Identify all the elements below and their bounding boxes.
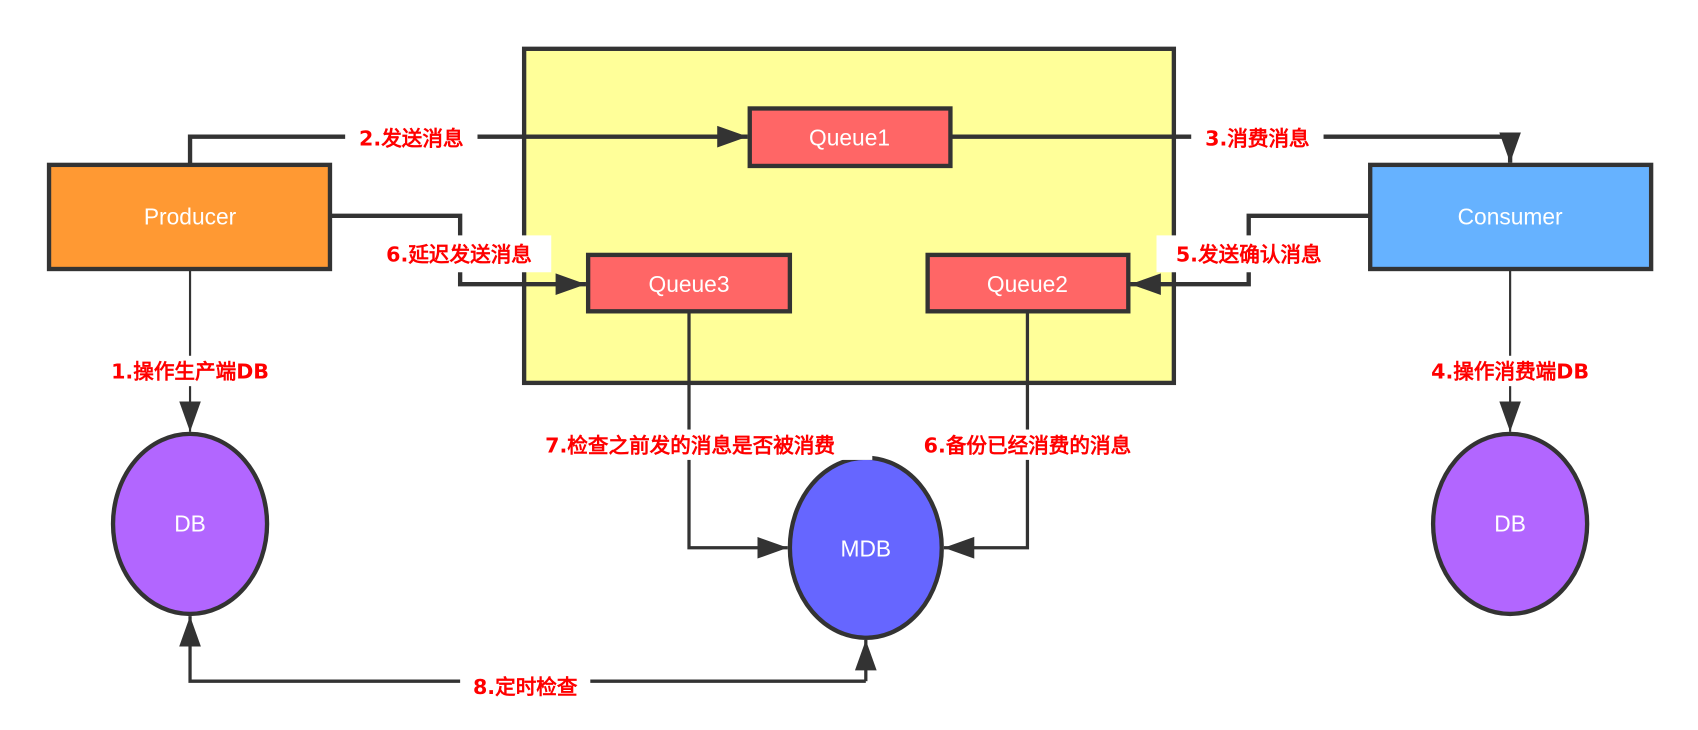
edge-scheduled-check xyxy=(179,616,866,683)
queue3-label: Queue3 xyxy=(648,271,729,297)
queue1-label: Queue1 xyxy=(809,124,890,150)
mdb-node[interactable]: MDB xyxy=(787,455,944,640)
edge-label-send-ack: 5.发送确认消息 xyxy=(1176,242,1322,266)
consumer-db-label: DB xyxy=(1494,511,1526,537)
consumer-label: Consumer xyxy=(1458,204,1563,230)
mdb-label: MDB xyxy=(841,535,892,561)
queue1-node[interactable]: Queue1 xyxy=(747,106,953,169)
edge-label-check-consumed: 7.检查之前发的消息是否被消费 xyxy=(545,433,835,457)
edge-label-consume: 3.消费消息 xyxy=(1205,126,1310,150)
queue2-node[interactable]: Queue2 xyxy=(925,252,1131,314)
edge-label-backup-consumed: 6.备份已经消费的消息 xyxy=(924,433,1132,457)
queue3-node[interactable]: Queue3 xyxy=(585,252,793,314)
edge-label-consumer-db: 4.操作消费端DB xyxy=(1431,360,1589,384)
consumer-node[interactable]: Consumer xyxy=(1368,162,1654,272)
edge-label-delayed-send: 6.延迟发送消息 xyxy=(386,242,532,266)
producer-db-label: DB xyxy=(174,511,206,537)
producer-node[interactable]: Producer xyxy=(46,162,333,272)
producer-db-node[interactable]: DB xyxy=(110,431,270,617)
edge-label-scheduled-check: 8.定时检查 xyxy=(473,675,578,699)
edge-label-producer-db: 1.操作生产端DB xyxy=(111,360,269,384)
producer-label: Producer xyxy=(144,204,237,230)
diagram-canvas: Producer Consumer Queue1 Queue3 Queue2 D… xyxy=(46,46,1654,701)
consumer-db-node[interactable]: DB xyxy=(1430,431,1590,617)
queue2-label: Queue2 xyxy=(987,271,1068,297)
queue-container xyxy=(521,46,1177,386)
edge-label-send: 2.发送消息 xyxy=(359,126,464,150)
